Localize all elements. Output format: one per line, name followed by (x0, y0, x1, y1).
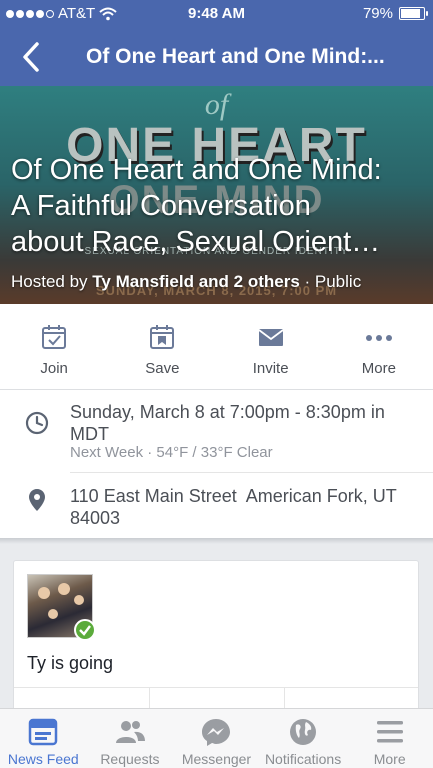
nav-title: Of One Heart and One Mind:... (86, 45, 385, 68)
section-separator (0, 538, 433, 544)
back-chevron-icon[interactable] (18, 40, 46, 74)
save-button[interactable]: Save (108, 304, 216, 389)
privacy-label: · Public (299, 272, 362, 291)
event-location-row[interactable]: 110 East Main Street American Fork, UT 8… (0, 473, 433, 538)
calendar-check-icon (42, 325, 67, 349)
event-cover[interactable]: of ONE HEART ONE MIND SEXUAL ORIENTATION… (0, 86, 433, 304)
join-label: Join (40, 360, 68, 377)
card-divider (14, 687, 418, 688)
hosted-prefix: Hosted by (11, 272, 93, 291)
going-text: Ty is going (27, 653, 114, 673)
calendar-bookmark-icon (150, 325, 175, 349)
event-time-row[interactable]: Sunday, March 8 at 7:00pm - 8:30pm in MD… (0, 390, 433, 472)
event-title-line1: Of One Heart and One Mind: (11, 154, 382, 186)
attendee-card: Ty is going (13, 560, 419, 721)
battery-icon (399, 7, 428, 20)
tab-label: More (373, 751, 406, 767)
event-title-line2: A Faithful Conversation (11, 190, 311, 222)
more-dots-icon (365, 335, 392, 341)
save-label: Save (145, 360, 180, 377)
more-button[interactable]: More (325, 304, 433, 389)
news-feed-icon (29, 718, 58, 746)
join-button[interactable]: Join (0, 304, 108, 389)
tab-label: Notifications (264, 751, 342, 767)
event-actions: Join Save Invite More (0, 304, 433, 390)
tab-label: News Feed (7, 751, 79, 767)
tab-messenger[interactable]: Messenger (173, 709, 260, 768)
event-title: Of One Heart and One Mind: A Faithful Co… (11, 152, 421, 260)
event-time-text: Sunday, March 8 at 7:00pm - 8:30pm in MD… (70, 402, 385, 444)
tab-label: Messenger (181, 751, 252, 767)
invite-label: Invite (252, 360, 289, 377)
tab-more[interactable]: More (346, 709, 433, 768)
event-location-text: 110 East Main Street American Fork, UT 8… (70, 486, 402, 528)
event-host-line: Hosted by Ty Mansfield and 2 others · Pu… (11, 272, 426, 292)
navigation-bar: Of One Heart and One Mind:... (0, 30, 433, 86)
envelope-icon (258, 329, 284, 346)
tab-news-feed[interactable]: News Feed (0, 709, 87, 768)
friend-requests-icon (115, 721, 145, 743)
location-pin-icon (29, 489, 45, 511)
cover-art-of: of (204, 88, 229, 121)
tab-requests[interactable]: Requests (87, 709, 174, 768)
going-check-icon (74, 619, 96, 641)
battery-area: 79% (362, 5, 428, 22)
globe-icon (290, 719, 317, 745)
battery-percent: 79% (362, 5, 393, 22)
top-bar: AT&T 9:48 AM 79% Of One Heart and One Mi… (0, 0, 433, 86)
host-names-link[interactable]: Ty Mansfield and 2 others (92, 272, 300, 291)
more-label: More (361, 360, 396, 377)
event-title-line3: about Race, Sexual Orient… (11, 226, 381, 258)
tab-bar: News Feed Requests Messenger Notificatio… (0, 708, 433, 768)
invite-button[interactable]: Invite (217, 304, 325, 389)
status-bar: AT&T 9:48 AM 79% (0, 0, 433, 26)
tab-notifications[interactable]: Notifications (260, 709, 347, 768)
clock-icon (25, 411, 49, 435)
event-details: Sunday, March 8 at 7:00pm - 8:30pm in MD… (0, 390, 433, 538)
hamburger-menu-icon (376, 721, 403, 743)
messenger-icon (202, 719, 231, 746)
tab-label: Requests (100, 751, 160, 767)
event-weather-text: Next Week · 54°F / 33°F Clear (70, 444, 273, 461)
